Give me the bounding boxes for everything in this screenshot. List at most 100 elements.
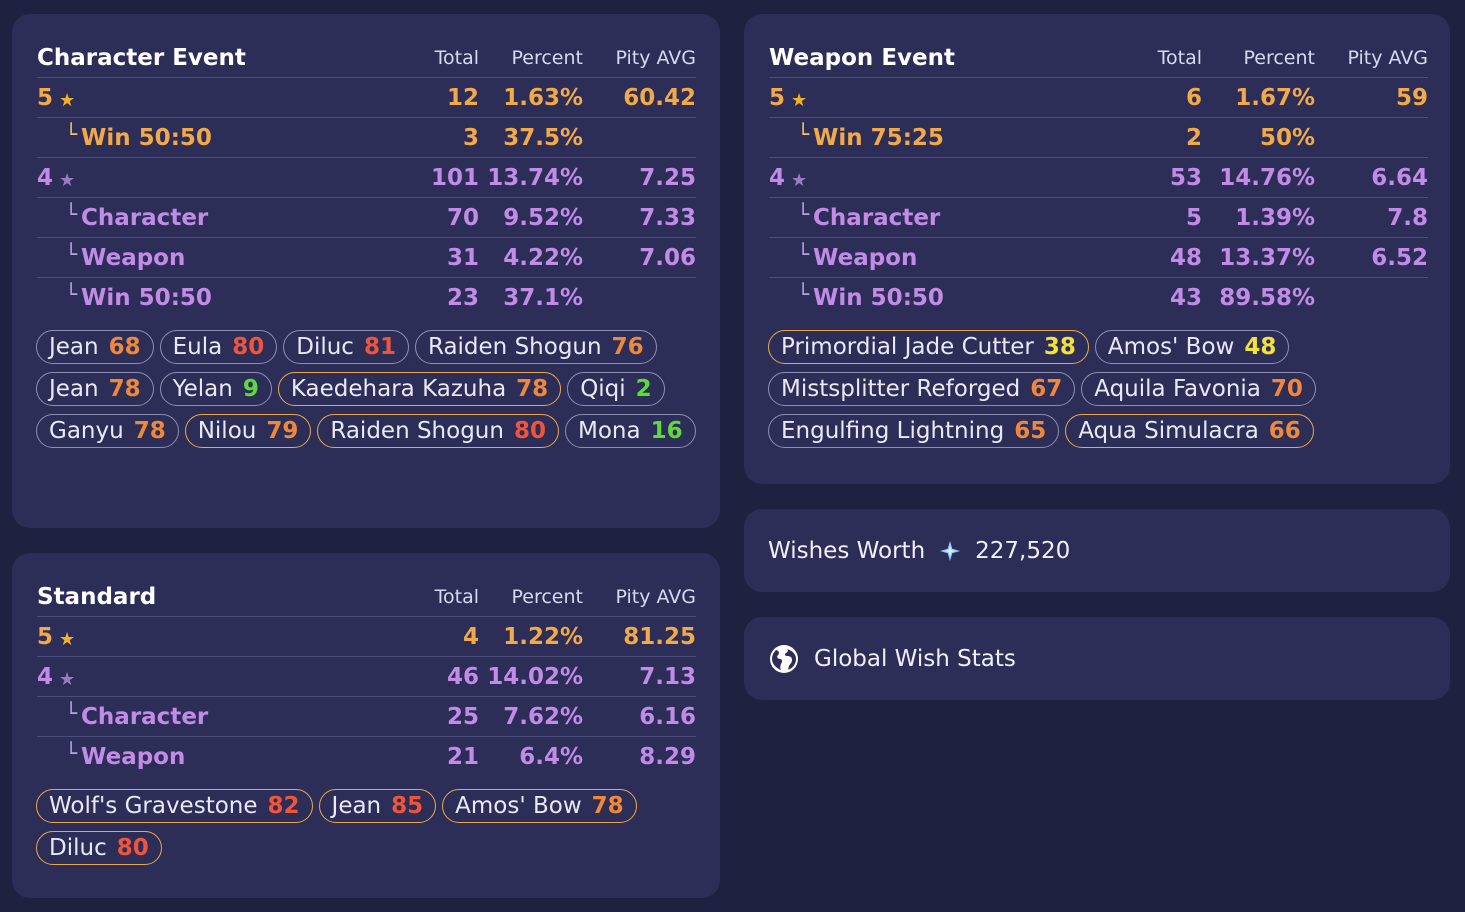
stat-row: └ Character 25 7.62% 6.16 [37,696,696,737]
chip-name: Amos' Bow [1107,334,1235,360]
total-cell: 4 [409,616,479,657]
pull-chip[interactable]: Jean 85 [318,789,437,823]
star-icon: ★ [59,169,76,191]
chip-pity: 68 [108,334,141,360]
pull-chip[interactable]: Diluc 80 [36,831,162,865]
pull-chip[interactable]: Jean 68 [36,330,154,364]
column-header-percent: Percent [479,577,583,617]
stat-row: └ Win 50:50 43 89.58% [769,278,1428,318]
five-star-history: Jean 68 Eula 80 Diluc 81 Raiden Shogun 76 Je… [36,330,696,448]
row-label: Character [81,703,209,730]
column-header-total: Total [409,577,479,617]
percent-cell: 37.5% [479,117,583,158]
pity-cell: 8.29 [639,743,696,770]
pull-chip[interactable]: Mistsplitter Reforged 67 [768,372,1076,406]
pity-cell: 7.8 [1315,197,1428,238]
pull-chip[interactable]: Kaedehara Kazuha 78 [277,372,562,406]
pull-chip[interactable]: Eula 80 [159,330,278,364]
chip-pity: 80 [232,334,265,360]
pity-cell: 7.33 [583,197,696,238]
chip-name: Aquila Favonia [1094,376,1261,402]
branch-icon: └ [65,241,78,266]
branch-icon: └ [65,201,78,226]
branch-icon: └ [65,121,78,146]
stat-row: 5 ★ 6 1.67% 59 [769,77,1428,118]
chip-pity: 65 [1014,418,1047,444]
pity-cell [583,117,696,158]
pull-chip[interactable]: Mona 16 [564,414,696,448]
pity-cell [583,278,696,318]
chip-name: Qiqi [580,376,626,402]
wishes-worth-value: 227,520 [975,538,1071,564]
branch-icon: └ [65,281,78,306]
chip-pity: 67 [1030,376,1063,402]
stat-row: └ Character 5 1.39% 7.8 [769,197,1428,238]
chip-name: Yelan [172,376,233,402]
branch-icon: └ [65,740,78,765]
branch-icon: └ [797,201,810,226]
total-cell: 2 [1132,117,1202,158]
chip-pity: 16 [650,418,683,444]
total-cell: 3 [409,117,479,158]
pity-cell: 6.16 [583,696,696,737]
pity-cell: 59 [1315,77,1428,118]
chip-name: Diluc [49,835,107,861]
character-event-table: Character Event Total Percent Pity AVG 5… [37,38,696,317]
pull-chip[interactable]: Ganyu 78 [36,414,179,448]
pity-cell: 7.13 [583,656,696,697]
pull-chip[interactable]: Aqua Simulacra 66 [1065,414,1314,448]
pull-chip[interactable]: Raiden Shogun 80 [317,414,559,448]
chip-name: Amos' Bow [455,793,582,819]
chip-pity: 70 [1270,376,1303,402]
pity-cell: 7.25 [583,157,696,198]
rarity-label: 5 [37,84,54,111]
column-header-total: Total [1132,38,1202,78]
row-label: Win 75:25 [813,124,944,151]
chip-name: Nilou [197,418,257,444]
chip-pity: 78 [133,418,166,444]
five-star-history: Wolf's Gravestone 82 Jean 85 Amos' Bow 78 D… [36,789,696,865]
pull-chip[interactable]: Aquila Favonia 70 [1081,372,1316,406]
total-cell: 48 [1132,237,1202,278]
pull-chip[interactable]: Amos' Bow 48 [1094,330,1290,364]
pull-chip[interactable]: Jean 78 [36,372,154,406]
chip-name: Mona [577,418,641,444]
percent-cell: 14.76% [1202,157,1315,198]
stat-row: └ Win 50:50 23 37.1% [37,278,696,318]
card-title: Standard [37,577,409,617]
pull-chip[interactable]: Qiqi 2 [567,372,665,406]
column-header-percent: Percent [1202,38,1315,78]
pull-chip[interactable]: Amos' Bow 78 [442,789,637,823]
chip-pity: 66 [1268,418,1301,444]
pull-chip[interactable]: Diluc 81 [283,330,409,364]
chip-pity: 85 [391,793,424,819]
percent-cell: 4.22% [479,237,583,278]
chip-pity: 81 [363,334,396,360]
pull-chip[interactable]: Wolf's Gravestone 82 [36,789,313,823]
standard-table: Standard Total Percent Pity AVG 5 ★ 4 1.2… [37,577,696,776]
row-label: Win 50:50 [81,284,212,311]
column-header-pity: Pity AVG [583,577,696,617]
percent-cell: 9.52% [479,197,583,238]
chip-name: Eula [172,334,223,360]
chip-pity: 38 [1043,334,1076,360]
global-wish-stats-button[interactable]: Global Wish Stats [744,617,1450,700]
rarity-label: 4 [37,164,54,191]
pity-cell [1315,278,1428,318]
chip-name: Kaedehara Kazuha [290,376,507,402]
pull-chip[interactable]: Nilou 79 [184,414,312,448]
pull-chip[interactable]: Raiden Shogun 76 [414,330,657,364]
chip-pity: 2 [635,376,652,402]
global-wish-stats-label: Global Wish Stats [814,646,1016,672]
pity-cell: 7.06 [583,237,696,278]
row-label: Weapon [81,743,186,770]
chip-pity: 9 [242,376,259,402]
star-icon: ★ [59,668,76,690]
chip-name: Primordial Jade Cutter [781,334,1034,360]
pull-chip[interactable]: Primordial Jade Cutter 38 [768,330,1089,364]
pull-chip[interactable]: Yelan 9 [159,372,272,406]
row-label: Character [81,204,209,231]
pull-chip[interactable]: Engulfing Lightning 65 [768,414,1060,448]
chip-name: Mistsplitter Reforged [781,376,1021,402]
total-cell: 70 [409,197,479,238]
